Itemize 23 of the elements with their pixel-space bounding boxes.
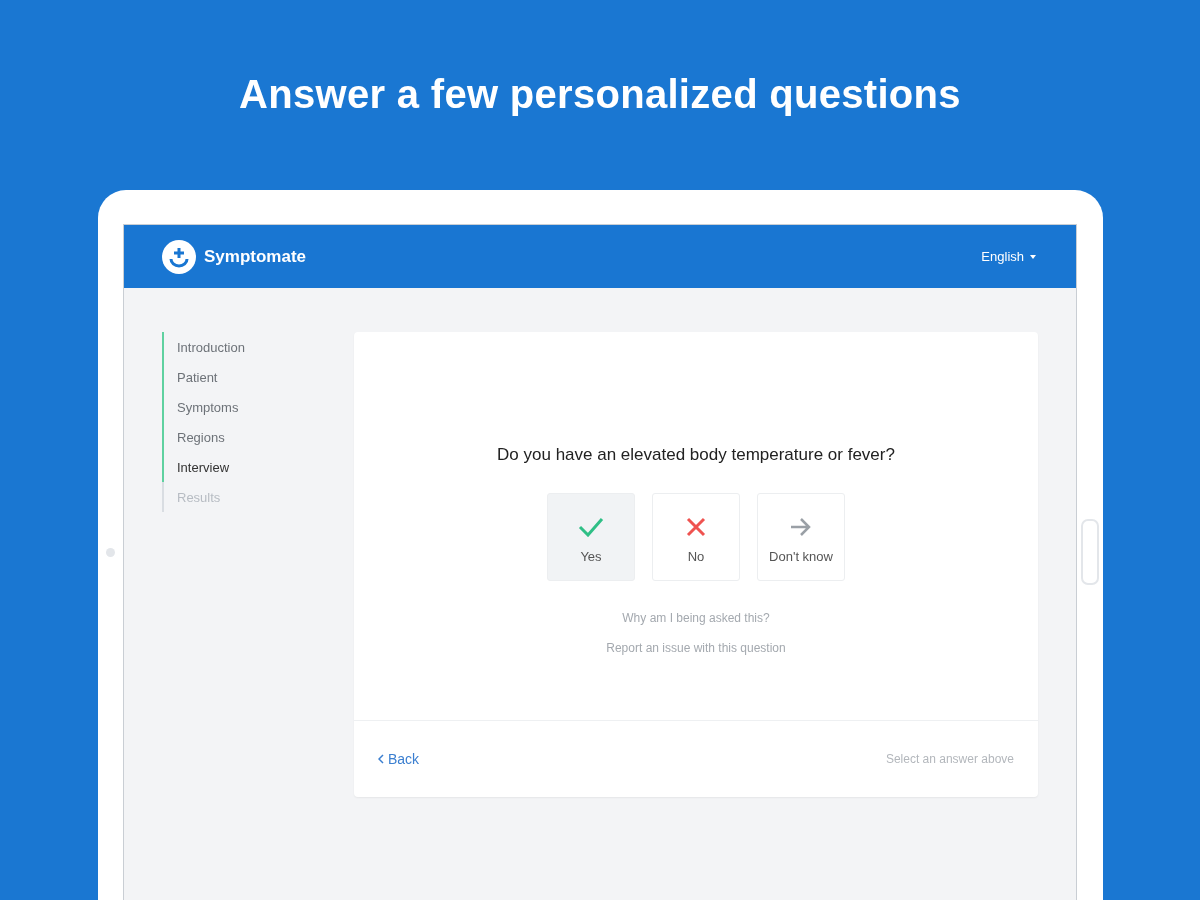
question-text: Do you have an elevated body temperature or fever? [497,445,895,465]
app-name: Symptomate [204,246,307,267]
check-icon [578,516,604,537]
answer-button[interactable]: No [652,493,740,581]
step-item[interactable]: Symptoms [162,392,302,422]
logo-icon [162,239,196,274]
caret-icon [1030,254,1036,259]
answer-button[interactable]: Don't know [757,493,845,581]
step-item[interactable]: Interview [162,452,302,482]
language-select[interactable]: English [981,249,1036,264]
close-icon [686,516,706,537]
headline: Answer a few personalized questions [239,72,961,118]
help-link[interactable]: Why am I being asked this? [622,611,770,625]
step-item[interactable]: Regions [162,422,302,452]
back-link[interactable]: Back [378,751,420,767]
chevron-left-icon [378,754,384,764]
camera-dot [105,547,115,557]
help-link[interactable]: Report an issue with this question [606,641,786,655]
answer-button[interactable]: Yes [547,493,635,581]
answer-hint: Select an answer above [885,752,1014,766]
step-item[interactable]: Introduction [162,332,302,362]
step-item[interactable]: Patient [162,362,302,392]
arrow-right-icon [790,516,812,537]
